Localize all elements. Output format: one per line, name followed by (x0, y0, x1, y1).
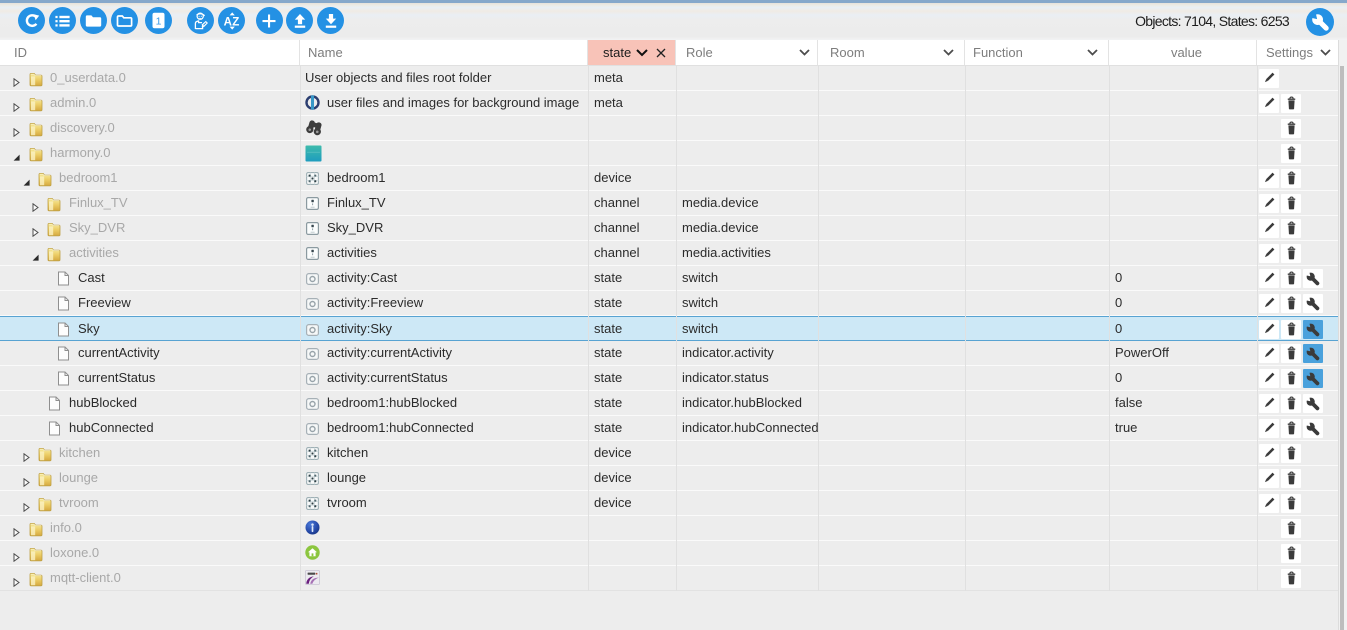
svg-text:1: 1 (155, 16, 161, 28)
